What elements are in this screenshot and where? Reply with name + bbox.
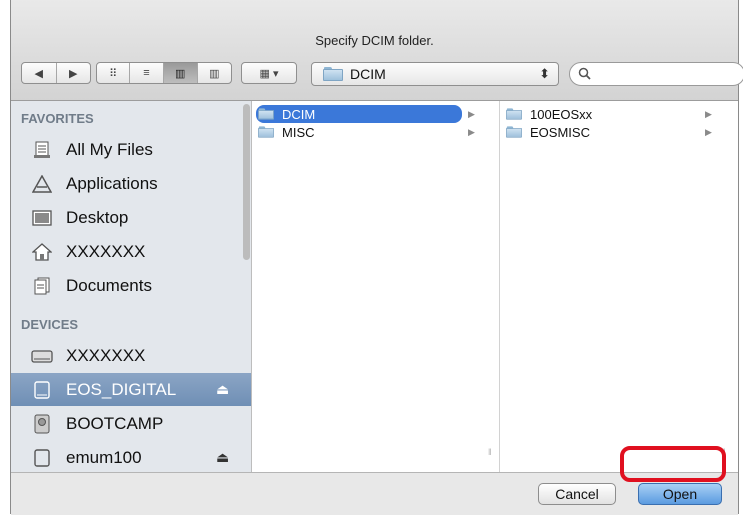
back-button[interactable]: ◀ — [22, 63, 57, 83]
sidebar-item-label: BOOTCAMP — [66, 413, 164, 433]
search-icon — [578, 67, 591, 80]
column-2: 100EOSxx ▶ EOSMISC ▶ ǁ — [500, 101, 738, 472]
sidebar-item-desktop[interactable]: Desktop — [11, 201, 251, 234]
icon-view-button[interactable]: ⠿ — [97, 63, 131, 83]
eject-icon[interactable]: ⏏ — [216, 381, 229, 398]
sidebar-item-label: Documents — [66, 275, 152, 295]
folder-label: 100EOSxx — [530, 106, 593, 122]
list-item-dcim[interactable]: DCIM — [256, 105, 462, 123]
sidebar-item-all-my-files[interactable]: All My Files — [11, 133, 251, 166]
search-field[interactable] — [569, 62, 743, 86]
disclosure-arrow-icon: ▶ — [468, 127, 475, 137]
removable-drive-icon — [30, 380, 54, 400]
folder-label: DCIM — [282, 106, 316, 122]
search-input[interactable] — [596, 66, 740, 82]
favorites-header: FAVORITES — [21, 111, 94, 126]
folder-label: MISC — [282, 124, 315, 140]
documents-icon — [30, 276, 54, 296]
highlight-ring — [620, 446, 726, 482]
location-label: DCIM — [350, 66, 386, 82]
cancel-button[interactable]: Cancel — [538, 483, 616, 505]
sidebar-item-label: XXXXXXX — [66, 241, 146, 261]
sidebar-item-label: emum100 — [66, 447, 142, 467]
dialog-header: Specify DCIM folder. ◀ ▶ ⠿ ≡ ▥ ▥ ▦ ▾ DCI… — [11, 0, 743, 101]
column-1: DCIM ▶ MISC ▶ ǁ — [252, 101, 500, 472]
folder-icon — [506, 126, 522, 138]
column-resize-grip[interactable]: ǁ — [488, 447, 492, 457]
eject-icon[interactable]: ⏏ — [216, 449, 229, 466]
arrange-button[interactable]: ▦ ▾ — [241, 62, 297, 84]
sidebar-item-applications[interactable]: Applications — [11, 167, 251, 200]
sidebar-item-bootcamp[interactable]: BOOTCAMP — [11, 407, 251, 440]
location-popup[interactable]: DCIM ⬍ — [311, 62, 559, 86]
list-item-100eosxx[interactable]: 100EOSxx — [504, 105, 704, 123]
sidebar-item-eos-digital[interactable]: EOS_DIGITAL ⏏ — [11, 373, 251, 406]
list-item-eosmisc[interactable]: EOSMISC — [504, 123, 704, 141]
folder-label: EOSMISC — [530, 124, 590, 140]
disclosure-arrow-icon: ▶ — [705, 127, 712, 137]
forward-button[interactable]: ▶ — [57, 63, 91, 83]
sidebar-item-label: Desktop — [66, 207, 129, 227]
sidebar-scrollbar[interactable] — [243, 104, 250, 260]
removable-drive-icon — [30, 448, 54, 468]
arrange-menu-label: ▦ ▾ — [259, 67, 279, 80]
list-view-button[interactable]: ≡ — [130, 63, 164, 83]
folder-icon — [506, 108, 522, 120]
popup-arrows-icon: ⬍ — [539, 66, 550, 81]
all-files-icon — [30, 140, 54, 160]
list-item-misc[interactable]: MISC — [256, 123, 462, 141]
nav-button-group: ◀ ▶ — [21, 62, 91, 84]
sidebar-item-home[interactable]: XXXXXXX — [11, 235, 251, 268]
folder-icon — [323, 67, 343, 81]
screenshot-frame: Specify DCIM folder. ◀ ▶ ⠿ ≡ ▥ ▥ ▦ ▾ DCI… — [0, 0, 743, 515]
sidebar-item-label: Applications — [66, 173, 158, 193]
open-button[interactable]: Open — [638, 483, 722, 505]
view-mode-group: ⠿ ≡ ▥ ▥ — [96, 62, 232, 84]
sidebar-item-hard-drive[interactable]: XXXXXXX — [11, 339, 251, 372]
folder-icon — [258, 126, 274, 138]
sidebar-item-label: XXXXXXX — [66, 345, 146, 365]
devices-header: DEVICES — [21, 317, 79, 332]
disclosure-arrow-icon: ▶ — [705, 109, 712, 119]
column-view-button[interactable]: ▥ — [163, 63, 198, 83]
sidebar-item-emum100[interactable]: emum100 ⏏ — [11, 441, 251, 472]
home-icon — [30, 242, 54, 262]
open-dialog: Specify DCIM folder. ◀ ▶ ⠿ ≡ ▥ ▥ ▦ ▾ DCI… — [10, 0, 743, 515]
folder-icon — [258, 108, 274, 120]
desktop-icon — [30, 208, 54, 228]
sidebar-item-documents[interactable]: Documents — [11, 269, 251, 302]
sidebar-item-label: EOS_DIGITAL — [66, 379, 177, 399]
applications-icon — [30, 174, 54, 194]
disclosure-arrow-icon: ▶ — [468, 109, 475, 119]
sidebar-item-label: All My Files — [66, 139, 153, 159]
dialog-title: Specify DCIM folder. — [315, 33, 434, 48]
disk-icon — [30, 414, 54, 434]
hard-drive-icon — [30, 346, 54, 366]
coverflow-view-button[interactable]: ▥ — [198, 63, 231, 83]
sidebar: FAVORITES All My Files Applications Desk… — [11, 101, 252, 472]
